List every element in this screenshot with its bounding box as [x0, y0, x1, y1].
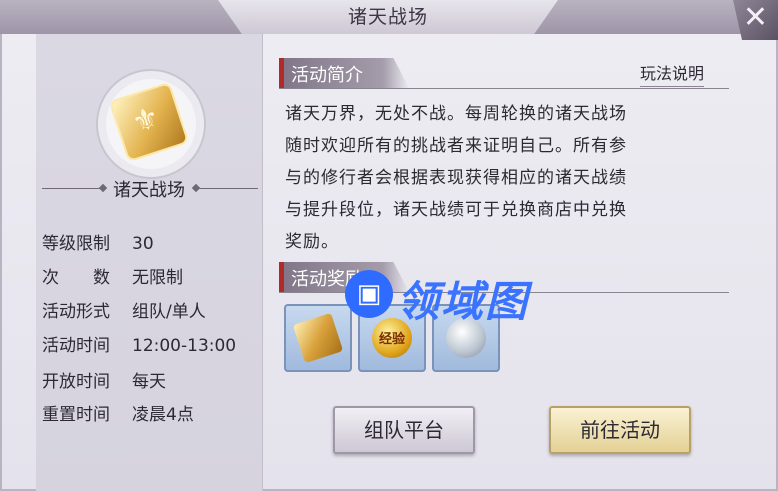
- intro-divider: [279, 88, 729, 89]
- heading-accent: [279, 262, 284, 292]
- info-value: 凌晨4点: [132, 405, 194, 425]
- info-value: 30: [132, 234, 154, 254]
- info-key: 开放时间: [42, 372, 110, 392]
- intro-line: 与提升段位，诸天战绩可于兑换商店中兑换: [285, 200, 627, 220]
- reward-slot[interactable]: [284, 304, 352, 372]
- watermark-text: 领域图: [397, 277, 530, 326]
- activity-name: 诸天战场: [113, 180, 185, 201]
- window-title: 诸天战场: [347, 6, 428, 28]
- intro-line: 与的修行者会根据表现获得相应的诸天战绩: [285, 168, 627, 188]
- intro-description: 诸天万界，无处不战。每周轮换的诸天战场 随时欢迎所有的挑战者来证明自己。所有参 …: [285, 98, 730, 258]
- info-key: 等级限制: [42, 234, 110, 254]
- info-value: 组队/单人: [132, 302, 206, 322]
- info-value: 12:00-13:00: [132, 336, 237, 356]
- intro-line: 随时欢迎所有的挑战者来证明自己。所有参: [285, 136, 627, 156]
- heading-accent: [279, 58, 284, 88]
- go-to-activity-button[interactable]: 前往活动: [549, 406, 691, 454]
- help-link[interactable]: 玩法说明: [640, 60, 705, 87]
- info-value: 每天: [132, 372, 166, 392]
- intro-heading: 活动简介: [279, 58, 409, 88]
- intro-line: 奖励。: [285, 232, 339, 252]
- info-key: 次 数: [42, 268, 110, 288]
- info-key: 活动形式: [42, 302, 110, 322]
- divider-right: [198, 188, 258, 189]
- info-key: 重置时间: [42, 405, 110, 425]
- info-level: 等级限制 30: [42, 229, 154, 254]
- info-time: 活动时间 12:00-13:00: [42, 331, 236, 356]
- info-form: 活动形式 组队/单人: [42, 297, 206, 322]
- info-value: 无限制: [132, 268, 183, 288]
- exp-label: 经验: [378, 332, 405, 347]
- intro-line: 诸天万界，无处不战。每周轮换的诸天战场: [285, 104, 627, 124]
- info-times: 次 数 无限制: [42, 263, 183, 288]
- intro-heading-label: 活动简介: [291, 65, 363, 86]
- watermark: ▣ 领域图: [345, 268, 575, 326]
- watermark-logo-icon: ▣: [345, 270, 393, 318]
- info-reset: 重置时间 凌晨4点: [42, 400, 194, 425]
- close-icon: ✕: [742, 0, 769, 35]
- info-open: 开放时间 每天: [42, 367, 166, 392]
- team-platform-button[interactable]: 组队平台: [333, 406, 475, 454]
- info-key: 活动时间: [42, 336, 110, 356]
- gold-badge-icon: [292, 312, 344, 364]
